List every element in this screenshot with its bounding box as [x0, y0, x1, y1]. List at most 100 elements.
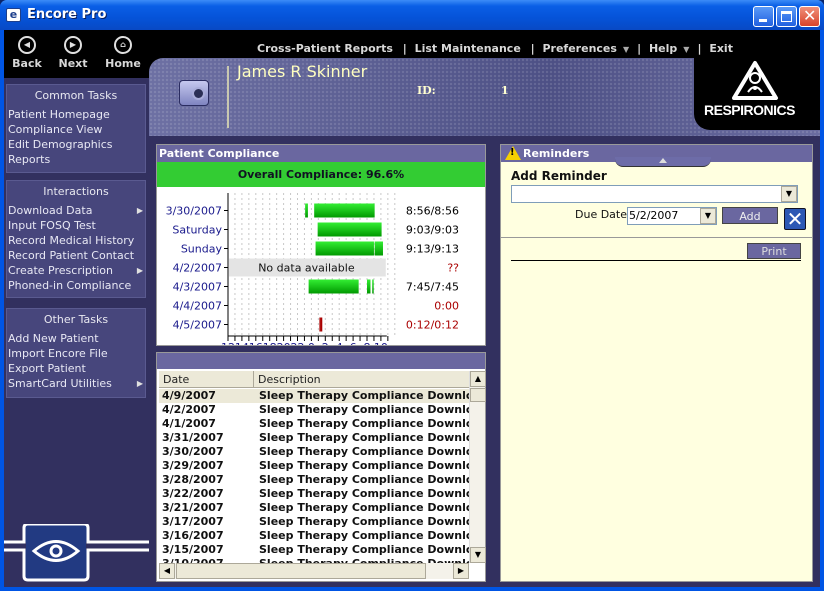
row-date: 3/29/2007: [162, 459, 224, 472]
row-day-label: 4/3/2007: [173, 281, 222, 294]
usage-bar: [308, 279, 359, 294]
scroll-down-button[interactable]: ▼: [470, 547, 486, 563]
table-row[interactable]: 4/9/2007 Sleep Therapy Compliance Downloa…: [159, 389, 469, 403]
camera-lens: [192, 87, 205, 100]
back-button[interactable]: ◀ Back: [5, 36, 49, 70]
sidebar-item-compliance-view[interactable]: Compliance View: [7, 122, 145, 137]
sidebar-item-edit-demographics[interactable]: Edit Demographics: [7, 137, 145, 152]
history-list-titlebar: [157, 353, 485, 369]
sidebar-item-reports[interactable]: Reports: [7, 152, 145, 167]
title-bar[interactable]: e Encore Pro ✕: [0, 0, 824, 30]
collapse-panel-button[interactable]: [615, 157, 711, 167]
history-list-header: Date Description: [159, 371, 469, 388]
main-menu: Cross-Patient Reports | List Maintenance…: [257, 42, 735, 55]
table-row[interactable]: 3/29/2007 Sleep Therapy Compliance Downlo…: [159, 459, 469, 473]
sidebar-item-label: Create Prescription: [8, 264, 113, 277]
sidebar-item-smartcard-utilities[interactable]: SmartCard Utilities ▶: [7, 376, 145, 391]
table-row[interactable]: 4/1/2007 Sleep Therapy Compliance Downloa…: [159, 417, 469, 431]
minimize-icon: [759, 19, 767, 22]
patient-compliance-panel: Patient Compliance Overall Compliance: 9…: [156, 144, 486, 346]
chevron-down-icon[interactable]: ▼: [781, 186, 797, 202]
x-tick-label: 2: [322, 341, 329, 345]
table-row[interactable]: 3/15/2007 Sleep Therapy Compliance Downlo…: [159, 543, 469, 557]
menu-list-maintenance[interactable]: List Maintenance: [415, 42, 521, 55]
encore-app-icon[interactable]: e: [6, 8, 21, 22]
table-row[interactable]: 3/28/2007 Sleep Therapy Compliance Downlo…: [159, 473, 469, 487]
row-day-label: 4/2/2007: [173, 262, 222, 275]
add-reminder-button[interactable]: Add: [722, 207, 778, 224]
table-row[interactable]: 4/2/2007 Sleep Therapy Compliance Downloa…: [159, 403, 469, 417]
other-tasks-group: Other Tasks Add New Patient Import Encor…: [6, 308, 146, 398]
close-icon: ✕: [786, 207, 804, 231]
table-row[interactable]: 3/17/2007 Sleep Therapy Compliance Downlo…: [159, 515, 469, 529]
sidebar-item-export-patient[interactable]: Export Patient: [7, 361, 145, 376]
x-tick-label: 6: [350, 341, 357, 345]
menu-exit[interactable]: Exit: [709, 42, 733, 55]
sidebar-item-phoned-in-compliance[interactable]: Phoned-in Compliance: [7, 278, 145, 293]
row-date: 3/31/2007: [162, 431, 224, 444]
respironics-logo: RESPIRONICS: [694, 58, 820, 130]
x-tick-label: 10: [374, 341, 388, 345]
reminder-select[interactable]: ▼: [511, 185, 798, 203]
client-area: ◀ Back ▶ Next ⌂ Home Cross-Patient Repor…: [4, 30, 820, 587]
table-row[interactable]: 3/22/2007 Sleep Therapy Compliance Downlo…: [159, 487, 469, 501]
compliance-chart-svg: 1214161820220 2 4 6 810 3/30/2007 8:56/8:56 Sat…: [166, 193, 459, 345]
other-tasks-heading: Other Tasks: [43, 313, 109, 326]
add-reminder-label: Add Reminder: [511, 169, 607, 183]
row-usage-value: 9:03/9:03: [406, 224, 459, 237]
table-row[interactable]: 3/21/2007 Sleep Therapy Compliance Downlo…: [159, 501, 469, 515]
next-button[interactable]: ▶ Next: [51, 36, 95, 70]
app-window: e Encore Pro ✕ ◀ Back ▶ Next ⌂ Home Cros…: [0, 0, 824, 591]
chevron-down-icon[interactable]: ▼: [700, 208, 716, 224]
column-header-description[interactable]: Description: [254, 371, 469, 388]
scroll-left-button[interactable]: ◀: [159, 563, 175, 579]
maximize-button[interactable]: [776, 6, 797, 27]
home-button[interactable]: ⌂ Home: [101, 36, 145, 70]
menu-help[interactable]: Help ▼: [649, 42, 691, 55]
due-date-value: 5/2/2007: [629, 209, 679, 222]
sidebar-item-download-data[interactable]: Download Data ▶: [7, 203, 145, 218]
usage-bar: [317, 222, 382, 237]
usage-bar: [320, 317, 323, 332]
no-data-label: No data available: [258, 262, 355, 275]
clear-reminder-button[interactable]: ✕: [784, 208, 806, 230]
x-tick-label: 14: [235, 341, 249, 345]
respironics-logo-icon: [732, 61, 778, 100]
sidebar-item-record-medical-history[interactable]: Record Medical History: [7, 233, 145, 248]
table-row[interactable]: 3/16/2007 Sleep Therapy Compliance Downlo…: [159, 529, 469, 543]
chevron-right-icon: ▶: [136, 206, 143, 215]
sidebar-item-add-new-patient[interactable]: Add New Patient: [7, 331, 145, 346]
sidebar-item-record-patient-contact[interactable]: Record Patient Contact: [7, 248, 145, 263]
home-icon: ⌂: [114, 36, 132, 54]
x-tick-label: 20: [277, 341, 291, 345]
due-date-picker[interactable]: 5/2/2007 ▼: [627, 207, 717, 225]
horizontal-scrollbar[interactable]: ◀ ▶: [159, 563, 469, 579]
scroll-thumb[interactable]: [470, 388, 486, 402]
back-arrow-icon: ◀: [18, 36, 36, 54]
menu-preferences-label: Preferences: [542, 42, 617, 55]
menu-preferences[interactable]: Preferences ▼: [542, 42, 631, 55]
usage-bar: [374, 241, 383, 256]
sidebar-item-import-encore-file[interactable]: Import Encore File: [7, 346, 145, 361]
scroll-right-button[interactable]: ▶: [453, 563, 469, 579]
table-row[interactable]: 3/31/2007 Sleep Therapy Compliance Downlo…: [159, 431, 469, 445]
row-description: Sleep Therapy Compliance Download: [259, 501, 469, 514]
print-button[interactable]: Print: [747, 243, 801, 259]
row-date: 3/21/2007: [162, 501, 224, 514]
horizontal-scroll-thumb[interactable]: [176, 563, 426, 579]
vertical-scrollbar[interactable]: ▲ ▼: [469, 371, 486, 563]
common-tasks-heading: Common Tasks: [34, 89, 118, 102]
column-header-date[interactable]: Date: [159, 371, 254, 388]
row-description: Sleep Therapy Compliance Download: [259, 445, 469, 458]
x-tick-label: 8: [364, 341, 371, 345]
menu-cross-patient-reports[interactable]: Cross-Patient Reports: [257, 42, 393, 55]
sidebar-item-create-prescription[interactable]: Create Prescription ▶: [7, 263, 145, 278]
menu-separator: |: [526, 42, 535, 55]
minimize-button[interactable]: [753, 6, 774, 27]
table-row[interactable]: 3/30/2007 Sleep Therapy Compliance Downlo…: [159, 445, 469, 459]
close-button[interactable]: ✕: [799, 6, 820, 27]
sidebar-item-patient-homepage[interactable]: Patient Homepage: [7, 107, 145, 122]
camera-icon[interactable]: [179, 80, 209, 106]
scroll-up-button[interactable]: ▲: [470, 371, 486, 387]
sidebar-item-input-fosq-test[interactable]: Input FOSQ Test: [7, 218, 145, 233]
